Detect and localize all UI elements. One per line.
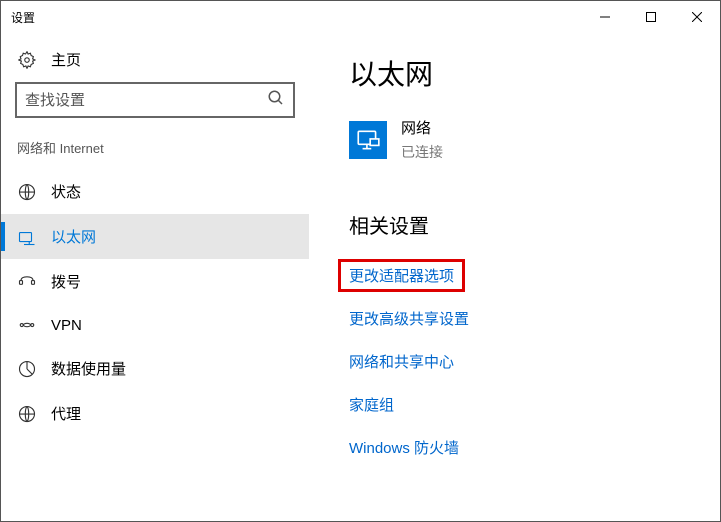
- home-link[interactable]: 主页: [1, 41, 309, 82]
- section-label: 网络和 Internet: [1, 134, 309, 169]
- status-icon: [17, 183, 37, 201]
- maximize-button[interactable]: [628, 1, 674, 33]
- network-info: 网络 已连接: [401, 117, 443, 162]
- network-name: 网络: [401, 117, 443, 138]
- window-controls: [582, 1, 720, 33]
- nav-label: VPN: [51, 317, 82, 334]
- search-box[interactable]: [15, 82, 295, 118]
- main-content: 以太网 网络 已连接 相关设置 更改适配器选项 更改高级共享设置 网络和共享中心…: [309, 33, 720, 521]
- home-label: 主页: [51, 49, 81, 70]
- gear-icon: [17, 51, 37, 69]
- nav-label: 代理: [51, 403, 81, 424]
- sidebar-item-data[interactable]: 数据使用量: [1, 346, 309, 391]
- sidebar: 主页 网络和 Internet 状态 以太网: [1, 33, 309, 521]
- close-button[interactable]: [674, 1, 720, 33]
- titlebar: 设置: [1, 1, 720, 33]
- search-icon: [267, 89, 285, 112]
- minimize-button[interactable]: [582, 1, 628, 33]
- dialup-icon: [17, 273, 37, 291]
- sidebar-item-ethernet[interactable]: 以太网: [1, 214, 309, 259]
- link-advanced-sharing[interactable]: 更改高级共享设置: [349, 308, 469, 329]
- related-title: 相关设置: [349, 210, 720, 239]
- search-container: [1, 82, 309, 134]
- link-network-center[interactable]: 网络和共享中心: [349, 351, 454, 372]
- nav-label: 以太网: [51, 226, 96, 247]
- link-homegroup[interactable]: 家庭组: [349, 394, 394, 415]
- nav-label: 拨号: [51, 271, 81, 292]
- nav-label: 状态: [51, 181, 81, 202]
- sidebar-item-proxy[interactable]: 代理: [1, 391, 309, 436]
- sidebar-item-dialup[interactable]: 拨号: [1, 259, 309, 304]
- link-firewall[interactable]: Windows 防火墙: [349, 437, 459, 458]
- search-input[interactable]: [25, 92, 267, 109]
- network-status: 已连接: [401, 142, 443, 162]
- sidebar-item-status[interactable]: 状态: [1, 169, 309, 214]
- link-adapter-options[interactable]: 更改适配器选项: [338, 259, 465, 292]
- network-item[interactable]: 网络 已连接: [349, 117, 720, 162]
- window-title: 设置: [11, 9, 35, 26]
- data-icon: [17, 360, 37, 378]
- monitor-icon: [349, 121, 387, 159]
- page-title: 以太网: [349, 53, 720, 93]
- sidebar-item-vpn[interactable]: VPN: [1, 304, 309, 346]
- proxy-icon: [17, 405, 37, 423]
- nav-label: 数据使用量: [51, 358, 126, 379]
- vpn-icon: [17, 316, 37, 334]
- ethernet-icon: [17, 228, 37, 246]
